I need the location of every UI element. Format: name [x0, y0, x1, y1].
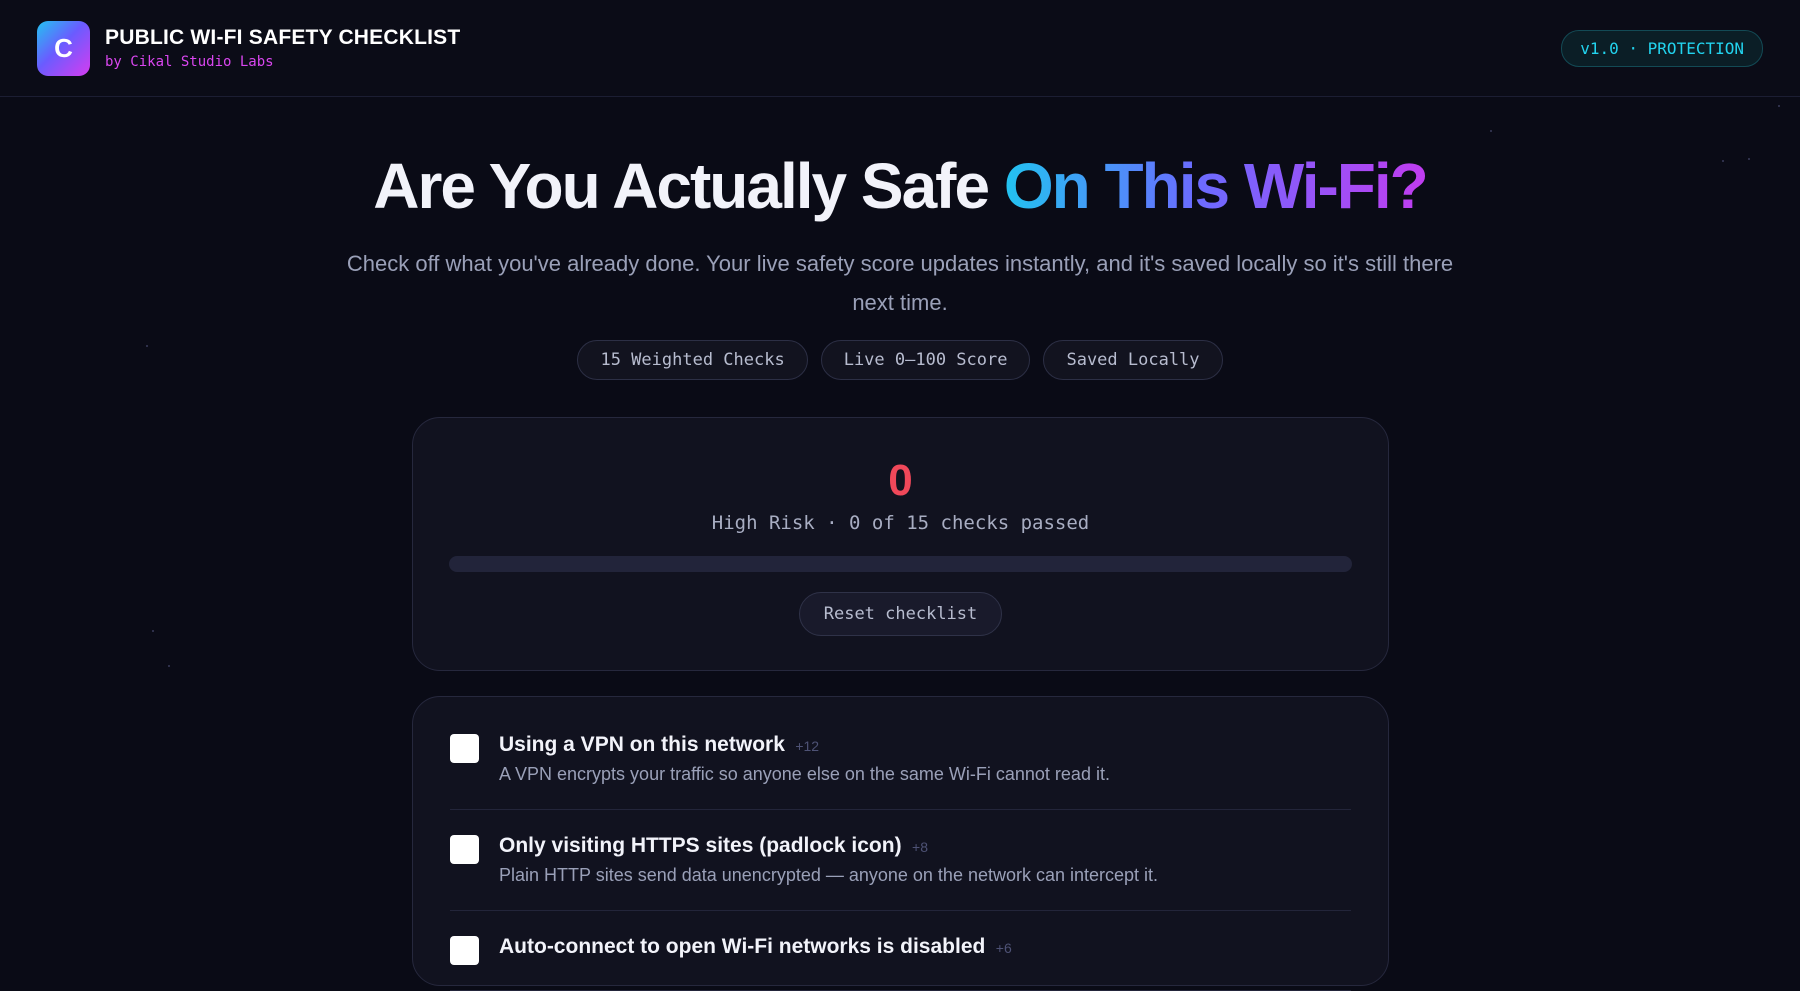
score-progress-bar — [449, 556, 1352, 572]
checklist-item-points: +6 — [996, 940, 1012, 956]
checklist-item[interactable]: Auto-connect to open Wi-Fi networks is d… — [450, 911, 1351, 991]
top-bar: C PUBLIC WI-FI SAFETY CHECKLIST by Cikal… — [0, 0, 1800, 97]
checklist-checkbox[interactable] — [450, 734, 479, 763]
page-title-plain: Are You Actually Safe — [373, 150, 988, 222]
checklist-card: Using a VPN on this network +12 A VPN en… — [412, 696, 1389, 986]
page-description: Check off what you've already done. Your… — [335, 244, 1465, 322]
checklist-item-points: +8 — [912, 839, 928, 855]
feature-chips: 15 Weighted Checks Live 0–100 Score Save… — [0, 340, 1800, 380]
app-logo: C — [37, 21, 90, 76]
feature-chip: Live 0–100 Score — [821, 340, 1031, 380]
checklist-item-description: Plain HTTP sites send data unencrypted —… — [499, 865, 1158, 886]
feature-chip: Saved Locally — [1043, 340, 1222, 380]
version-badge: v1.0 · PROTECTION — [1561, 30, 1763, 67]
app-title: PUBLIC WI-FI SAFETY CHECKLIST — [105, 26, 460, 50]
checklist-item-points: +12 — [795, 738, 819, 754]
checklist-item-title: Auto-connect to open Wi-Fi networks is d… — [499, 935, 985, 958]
star-dot — [168, 665, 170, 667]
checklist-item-heading: Auto-connect to open Wi-Fi networks is d… — [499, 935, 1012, 959]
hero-section: Are You Actually Safe On This Wi-Fi? Che… — [0, 150, 1800, 380]
checklist-checkbox[interactable] — [450, 835, 479, 864]
checklist-item-description: A VPN encrypts your traffic so anyone el… — [499, 764, 1110, 785]
reset-checklist-button[interactable]: Reset checklist — [799, 592, 1003, 636]
page-title: Are You Actually Safe On This Wi-Fi? — [0, 150, 1800, 224]
safety-score-value: 0 — [413, 456, 1388, 506]
checklist-item-title: Using a VPN on this network — [499, 733, 785, 756]
checklist-item-heading: Using a VPN on this network +12 — [499, 733, 1110, 757]
checklist-item[interactable]: Only visiting HTTPS sites (padlock icon)… — [450, 810, 1351, 911]
star-dot — [1778, 105, 1780, 107]
star-dot — [1490, 130, 1492, 132]
score-card: 0 High Risk · 0 of 15 checks passed Rese… — [412, 417, 1389, 671]
brand[interactable]: C PUBLIC WI-FI SAFETY CHECKLIST by Cikal… — [37, 21, 460, 76]
checklist-checkbox[interactable] — [450, 936, 479, 965]
feature-chip: 15 Weighted Checks — [577, 340, 807, 380]
star-dot — [152, 630, 154, 632]
checklist-item-heading: Only visiting HTTPS sites (padlock icon)… — [499, 834, 1158, 858]
checklist-item-title: Only visiting HTTPS sites (padlock icon) — [499, 834, 902, 857]
safety-score-status: High Risk · 0 of 15 checks passed — [413, 512, 1388, 534]
app-subtitle: by Cikal Studio Labs — [105, 54, 460, 70]
checklist-item[interactable]: Using a VPN on this network +12 A VPN en… — [450, 697, 1351, 810]
page-title-highlight: On This Wi-Fi? — [1004, 150, 1427, 222]
